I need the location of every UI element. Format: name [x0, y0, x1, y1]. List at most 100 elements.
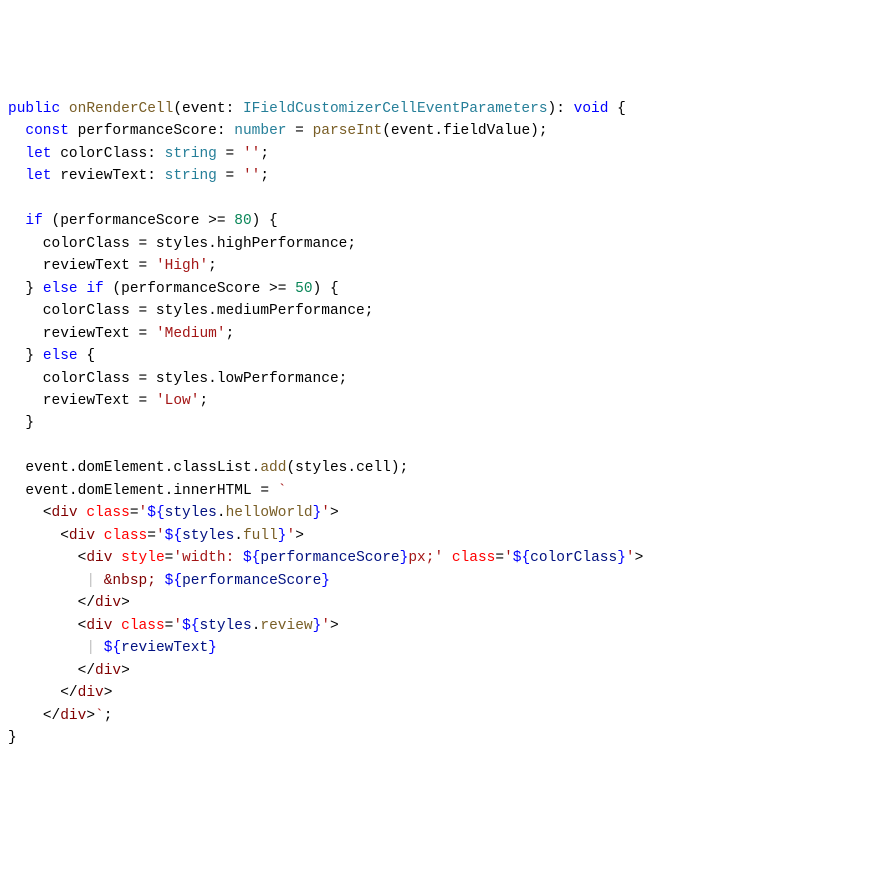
html-attr-class: class	[121, 618, 165, 634]
code-text: event.domElement.innerHTML =	[8, 483, 278, 499]
angle-close: >	[635, 550, 644, 566]
code-text: reviewText =	[8, 258, 156, 274]
dot: .	[234, 528, 243, 544]
html-tag-div: div	[95, 663, 121, 679]
type-number: number	[234, 123, 286, 139]
quote: '	[321, 618, 330, 634]
html-entity-nbsp: &nbsp;	[104, 573, 156, 589]
type-string: string	[165, 146, 217, 162]
code-text: ;	[199, 393, 208, 409]
code-text	[8, 528, 60, 544]
code-text: ;	[260, 168, 269, 184]
code-text: :	[226, 101, 243, 117]
keyword-void: void	[574, 101, 609, 117]
angle-close: >	[121, 663, 130, 679]
html-tag-div: div	[60, 708, 86, 724]
interp-open: ${	[243, 550, 260, 566]
interp-colorClass: colorClass	[530, 550, 617, 566]
quote: '	[504, 550, 513, 566]
style-width-text: width:	[182, 550, 243, 566]
code-text	[8, 685, 60, 701]
interp-open: ${	[147, 505, 164, 521]
code-text	[8, 618, 78, 634]
template-close-tick: `	[95, 708, 104, 724]
code-text: (	[173, 101, 182, 117]
html-tag-div: div	[86, 618, 112, 634]
html-attr-style: style	[121, 550, 165, 566]
type-ieventparameters: IFieldCustomizerCellEventParameters	[243, 101, 548, 117]
interp-styles: styles	[165, 505, 217, 521]
code-text	[8, 640, 86, 656]
interp-helloWorld: helloWorld	[226, 505, 313, 521]
code-text	[8, 573, 86, 589]
angle-close: >	[104, 685, 113, 701]
angle-close: >	[330, 618, 339, 634]
html-tag-div: div	[86, 550, 112, 566]
assignment-mediumPerformance: colorClass = styles.mediumPerformance;	[8, 303, 373, 319]
quote: '	[139, 505, 148, 521]
var-reviewText: reviewText	[52, 168, 148, 184]
html-tag-div: div	[69, 528, 95, 544]
code-text: {	[78, 348, 95, 364]
html-tag-div: div	[95, 595, 121, 611]
code-text	[156, 573, 165, 589]
code-text: ;	[208, 258, 217, 274]
interp-open: ${	[165, 528, 182, 544]
interp-open: ${	[104, 640, 121, 656]
guide-pipe: |	[86, 640, 95, 656]
code-text: ;	[260, 146, 269, 162]
eq: =	[130, 505, 139, 521]
code-text: ;	[104, 708, 113, 724]
code-text: (event.fieldValue);	[382, 123, 547, 139]
template-open-tick: `	[278, 483, 287, 499]
var-performanceScore: performanceScore	[69, 123, 217, 139]
html-attr-class: class	[86, 505, 130, 521]
keyword-const: const	[25, 123, 69, 139]
interp-close: }	[321, 573, 330, 589]
code-block: public onRenderCell(event: IFieldCustomi…	[8, 98, 868, 750]
interp-open: ${	[182, 618, 199, 634]
code-text	[95, 528, 104, 544]
code-text	[8, 708, 43, 724]
param-event: event	[182, 101, 226, 117]
eq: =	[495, 550, 504, 566]
quote: '	[173, 618, 182, 634]
code-text: )	[548, 101, 557, 117]
keyword-let: let	[25, 168, 51, 184]
keyword-else: else	[43, 348, 78, 364]
interp-performanceScore: performanceScore	[260, 550, 399, 566]
string-medium: 'Medium'	[156, 326, 226, 342]
quote: '	[434, 550, 443, 566]
angle-close: >	[86, 708, 95, 724]
angle-open: </	[60, 685, 77, 701]
code-text: =	[217, 168, 243, 184]
method-add: add	[260, 460, 286, 476]
string-empty: ''	[243, 146, 260, 162]
angle-open: </	[78, 663, 95, 679]
interp-close: }	[208, 640, 217, 656]
angle-open: </	[78, 595, 95, 611]
code-text: =	[286, 123, 312, 139]
code-text: }	[8, 281, 43, 297]
string-low: 'Low'	[156, 393, 200, 409]
angle-close: >	[330, 505, 339, 521]
quote: '	[287, 528, 296, 544]
html-attr-class: class	[104, 528, 148, 544]
code-text: ;	[226, 326, 235, 342]
code-text: (styles.cell);	[286, 460, 408, 476]
code-text: reviewText =	[8, 393, 156, 409]
code-text: :	[147, 146, 164, 162]
angle-close: >	[295, 528, 304, 544]
string-empty: ''	[243, 168, 260, 184]
interp-reviewText: reviewText	[121, 640, 208, 656]
interp-close: }	[313, 505, 322, 521]
interp-styles: styles	[182, 528, 234, 544]
code-text	[95, 640, 104, 656]
interp-styles: styles	[199, 618, 251, 634]
interp-close: }	[617, 550, 626, 566]
eq: =	[147, 528, 156, 544]
code-text: reviewText =	[8, 326, 156, 342]
angle-open: <	[60, 528, 69, 544]
keyword-if: if	[86, 281, 103, 297]
code-text: (performanceScore >=	[43, 213, 234, 229]
